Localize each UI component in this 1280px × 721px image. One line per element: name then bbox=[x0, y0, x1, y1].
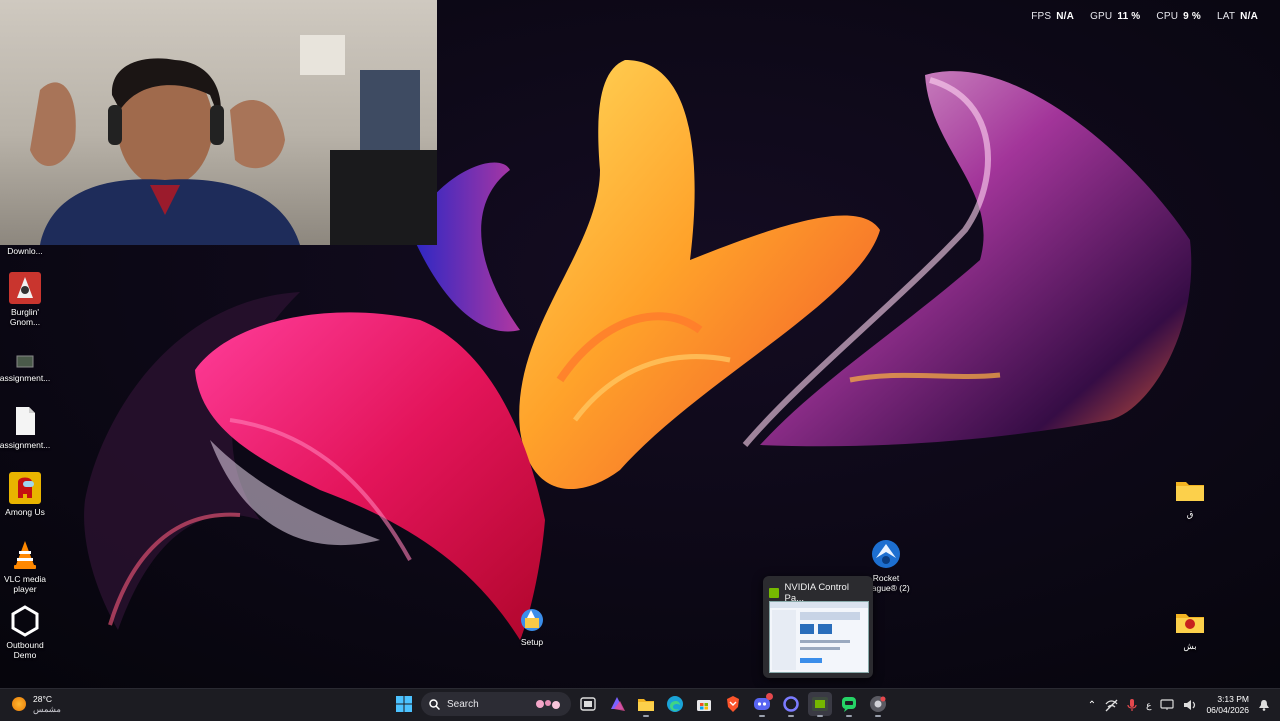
desktop-icon-label: assignment... bbox=[0, 373, 51, 383]
folder-icon bbox=[1174, 474, 1206, 506]
sun-icon bbox=[12, 697, 26, 711]
vlc-cone-icon bbox=[9, 539, 41, 571]
desktop-icon-burglin-gnomes[interactable]: Burglin' Gnom... bbox=[0, 272, 55, 327]
volume-icon[interactable] bbox=[1183, 699, 1197, 711]
metric-value: 11 % bbox=[1117, 11, 1141, 22]
desktop-icon-label: assignment... bbox=[0, 440, 51, 450]
metric-lat: LAT N/A bbox=[1217, 11, 1258, 22]
network-off-icon[interactable] bbox=[1105, 699, 1118, 712]
windows-logo-icon bbox=[396, 696, 412, 712]
notification-badge bbox=[766, 693, 773, 700]
metric-label: GPU bbox=[1090, 11, 1113, 22]
metric-value: 9 % bbox=[1183, 11, 1201, 22]
search-label: Search bbox=[447, 698, 479, 710]
image-file-icon bbox=[9, 352, 41, 370]
task-view-button[interactable] bbox=[576, 692, 600, 716]
edge-icon bbox=[667, 696, 683, 712]
store-icon bbox=[697, 700, 711, 711]
cortana-button[interactable] bbox=[779, 692, 803, 717]
weather-temp: 28°C bbox=[33, 694, 52, 704]
desktop-icon-label: VLC media player bbox=[3, 574, 47, 594]
input-language-indicator[interactable]: ع bbox=[1146, 700, 1151, 711]
search-highlight-icon bbox=[536, 700, 560, 709]
weather-condition: مشمس bbox=[33, 704, 61, 714]
desktop-icon-assignment-1[interactable]: assignment... bbox=[0, 352, 55, 383]
clock[interactable]: 3:13 PM 06/04/2026 bbox=[1206, 694, 1249, 716]
brave-button[interactable] bbox=[721, 692, 745, 716]
metric-label: CPU bbox=[1156, 11, 1179, 22]
webcam-person-image bbox=[30, 35, 437, 245]
desktop-folder-2[interactable]: بش bbox=[1160, 606, 1220, 651]
hexagon-logo-icon bbox=[9, 605, 41, 637]
taskbar-search[interactable]: Search bbox=[421, 692, 571, 716]
clock-time: 3:13 PM bbox=[1217, 694, 1249, 704]
desktop-icon-label: Downlo... bbox=[7, 246, 43, 256]
start-button[interactable] bbox=[392, 692, 416, 716]
desktop-icon-label: ق bbox=[1186, 509, 1194, 519]
system-tray: ⌃ ع 3:13 PM 06/04/2026 bbox=[1088, 689, 1280, 721]
notification-bell-icon[interactable] bbox=[1258, 699, 1270, 711]
nvidia-icon bbox=[812, 697, 828, 711]
desktop-icon-downloads[interactable]: Downlo... bbox=[0, 246, 55, 256]
metric-gpu: GPU 11 % bbox=[1090, 11, 1140, 22]
folder-icon bbox=[1174, 606, 1206, 638]
nvidia-control-panel-button[interactable] bbox=[808, 692, 832, 717]
preview-thumbnail bbox=[769, 601, 869, 673]
metric-label: LAT bbox=[1216, 11, 1236, 22]
metric-value: N/A bbox=[1240, 11, 1258, 22]
chat-bubble-icon bbox=[842, 697, 856, 712]
game-icon bbox=[9, 272, 41, 304]
metric-fps: FPS N/A bbox=[1031, 11, 1074, 22]
folder-icon bbox=[638, 699, 654, 711]
file-explorer-button[interactable] bbox=[634, 692, 658, 717]
search-icon bbox=[429, 698, 440, 710]
desktop-icon-assignment-2[interactable]: assignment... bbox=[0, 405, 55, 450]
desktop-folder-1[interactable]: ق bbox=[1160, 474, 1220, 519]
among-us-icon bbox=[9, 472, 41, 504]
desktop-icon-label: Setup bbox=[520, 637, 544, 647]
metric-value: N/A bbox=[1056, 11, 1075, 22]
taskbar-window-preview[interactable]: NVIDIA Control Pa... bbox=[763, 576, 873, 678]
tray-overflow-chevron-up-icon[interactable]: ⌃ bbox=[1088, 700, 1096, 711]
ring-icon bbox=[783, 696, 799, 712]
desktop-icon-label: Outbound Demo bbox=[6, 640, 44, 660]
store-button[interactable] bbox=[692, 692, 716, 716]
desktop-icon-label: Burglin' Gnom... bbox=[9, 307, 41, 327]
m365-copilot-button[interactable] bbox=[605, 692, 629, 716]
desktop-icon-label: Among Us bbox=[5, 507, 45, 517]
microphone-icon[interactable] bbox=[1127, 698, 1137, 712]
desktop-icon-outbound-demo[interactable]: Outbound Demo bbox=[0, 605, 55, 660]
discord-button[interactable] bbox=[750, 692, 774, 717]
metric-label: FPS bbox=[1031, 11, 1052, 22]
whatsapp-button[interactable] bbox=[837, 692, 861, 717]
taskbar-center: Search bbox=[392, 692, 890, 717]
weather-widget[interactable]: 28°C مشمس bbox=[12, 694, 61, 714]
brave-lion-icon bbox=[727, 696, 739, 712]
nvidia-icon bbox=[769, 588, 779, 598]
edge-button[interactable] bbox=[663, 692, 687, 716]
desktop-icon-setup[interactable]: Setup bbox=[502, 606, 562, 647]
chrome-icon bbox=[870, 696, 886, 712]
metric-cpu: CPU 9 % bbox=[1156, 11, 1201, 22]
webcam-overlay bbox=[0, 0, 437, 245]
performance-overlay: FPS N/A GPU 11 % CPU 9 % LAT N/A bbox=[1031, 11, 1258, 22]
document-icon bbox=[9, 405, 41, 437]
taskbar: 28°C مشمس Search ⌃ ع 3:13 PM 06/04/2026 bbox=[0, 688, 1280, 721]
desktop-icon-vlc-media-player[interactable]: VLC media player bbox=[0, 539, 55, 594]
desktop-icon-label: بش bbox=[1183, 641, 1197, 651]
chrome-button[interactable] bbox=[866, 692, 890, 717]
clock-date: 06/04/2026 bbox=[1206, 705, 1249, 715]
display-icon[interactable] bbox=[1160, 699, 1175, 711]
desktop-icon-among-us[interactable]: Among Us bbox=[0, 472, 55, 517]
installer-icon bbox=[517, 606, 547, 634]
task-view-icon bbox=[580, 697, 596, 711]
m365-icon bbox=[611, 697, 625, 711]
rocket-league-icon bbox=[870, 538, 902, 570]
